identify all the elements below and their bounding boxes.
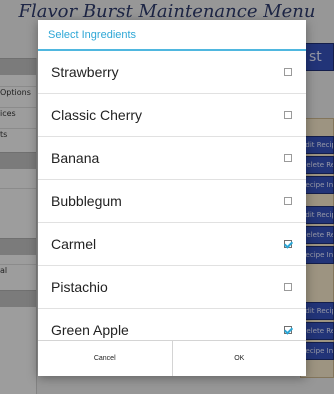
select-ingredients-dialog: Select Ingredients Strawberry Classic Ch… <box>38 20 306 376</box>
ingredient-label: Classic Cherry <box>51 107 143 123</box>
ingredient-label: Carmel <box>51 236 97 252</box>
cancel-button[interactable]: Cancel <box>38 341 172 376</box>
list-item-ingredient-pistachio[interactable]: Pistachio <box>38 266 306 309</box>
ingredient-checkbox[interactable] <box>284 197 292 205</box>
ingredient-label: Strawberry <box>51 64 119 80</box>
list-item-ingredient-green-apple[interactable]: Green Apple <box>38 309 306 341</box>
ingredient-label: Bubblegum <box>51 193 122 209</box>
ingredient-label: Pistachio <box>51 279 108 295</box>
ingredient-checkbox-checked[interactable] <box>284 326 292 334</box>
screen: Flavor Burst Maintenance Menu st Options… <box>0 0 334 394</box>
list-item-ingredient-carmel[interactable]: Carmel <box>38 223 306 266</box>
dialog-title: Select Ingredients <box>38 20 306 51</box>
list-item-ingredient-strawberry[interactable]: Strawberry <box>38 51 306 94</box>
ok-button[interactable]: OK <box>171 341 306 376</box>
dialog-buttons: Cancel OK <box>38 340 306 376</box>
list-item-ingredient-bubblegum[interactable]: Bubblegum <box>38 180 306 223</box>
ingredient-checkbox-checked[interactable] <box>284 240 292 248</box>
list-item-ingredient-banana[interactable]: Banana <box>38 137 306 180</box>
ingredient-checkbox[interactable] <box>284 283 292 291</box>
ingredient-checkbox[interactable] <box>284 154 292 162</box>
ingredient-list: Strawberry Classic Cherry Banana Bubbleg… <box>38 51 306 341</box>
ingredient-label: Banana <box>51 150 100 166</box>
list-item-ingredient-classic-cherry[interactable]: Classic Cherry <box>38 94 306 137</box>
ingredient-checkbox[interactable] <box>284 111 292 119</box>
ingredient-checkbox[interactable] <box>284 68 292 76</box>
ingredient-label: Green Apple <box>51 322 129 338</box>
